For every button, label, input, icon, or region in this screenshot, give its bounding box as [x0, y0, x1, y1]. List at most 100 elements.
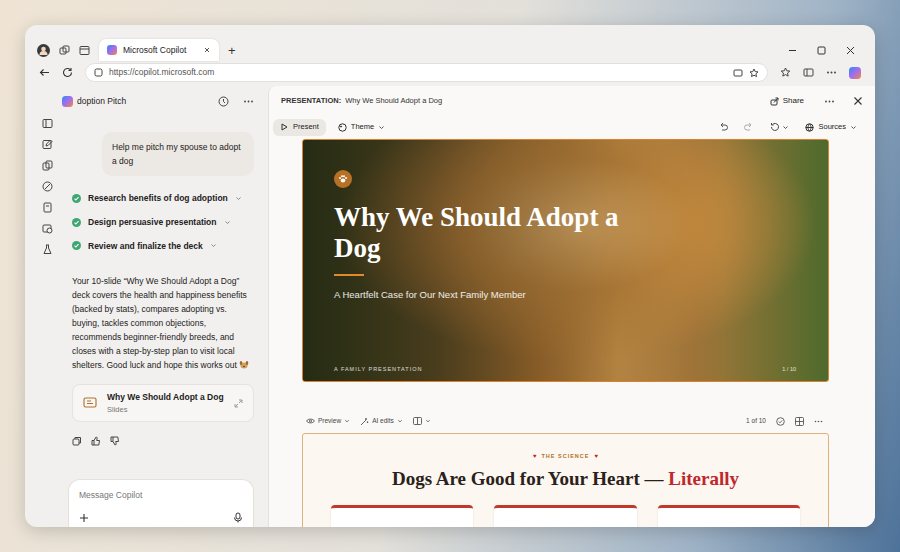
add-icon[interactable]	[79, 513, 89, 523]
copilot-button-icon[interactable]	[849, 67, 861, 79]
extensions-icon[interactable]	[803, 67, 814, 78]
tab-actions-icon[interactable]	[79, 45, 90, 56]
workspaces-icon[interactable]	[59, 45, 70, 56]
close-tab-icon[interactable]	[203, 46, 211, 54]
title-underline	[334, 274, 364, 276]
check-icon	[72, 241, 81, 250]
chat-header: doption Pitch	[62, 86, 254, 116]
history-icon[interactable]	[218, 96, 229, 107]
library-icon[interactable]	[42, 202, 53, 213]
title-bar: Microsoft Copilot +	[25, 25, 875, 61]
ai-edits-button[interactable]: AI edits	[360, 416, 403, 426]
chevron-down-icon	[378, 124, 385, 131]
paw-icon	[338, 174, 348, 184]
microphone-icon[interactable]	[233, 512, 243, 523]
user-message: Help me pitch my spouse to adopt a dog	[102, 132, 254, 176]
check-icon	[72, 218, 81, 227]
more-icon[interactable]	[824, 96, 835, 107]
message-box	[68, 479, 254, 527]
thumbs-up-icon[interactable]	[91, 436, 101, 446]
step-item[interactable]: Research benefits of dog adoption	[72, 192, 254, 205]
presentation-title: Why We Should Adopt a Dog	[345, 95, 442, 106]
presentation-toolbar: Present Theme	[269, 116, 875, 138]
tab[interactable]: Microsoft Copilot	[99, 39, 219, 61]
new-chat-icon[interactable]	[42, 139, 53, 150]
chevron-down-icon	[224, 219, 231, 226]
slide-footer: A FAMILY PRESENTATION	[334, 365, 422, 373]
slides-icon	[83, 397, 97, 409]
user-message-text: Help me pitch my spouse to adopt a dog	[112, 140, 244, 168]
slide-subtitle: A Heartfelt Case for Our Next Family Mem…	[334, 288, 808, 302]
new-tab-button[interactable]: +	[228, 44, 236, 57]
step-label: Review and finalize the deck	[88, 240, 203, 253]
science-slide[interactable]: ♥ THE SCIENCE ♥ Dogs Are Good for Your H…	[302, 433, 829, 527]
thumbs-down-icon[interactable]	[110, 436, 120, 446]
palette-icon	[338, 123, 347, 132]
slide-heading: Dogs Are Good for Your Heart — Literally	[392, 467, 739, 491]
undo-icon[interactable]	[718, 122, 728, 132]
share-button[interactable]: Share	[764, 93, 810, 109]
check-circle-icon[interactable]	[776, 417, 785, 426]
refresh-icon[interactable]	[62, 67, 73, 78]
copilot-logo-icon	[62, 96, 73, 107]
version-history-button[interactable]	[770, 122, 789, 132]
copilot-logo-icon	[107, 45, 117, 55]
more-icon[interactable]	[826, 67, 837, 78]
preview-button[interactable]: Preview	[306, 416, 350, 426]
reader-icon[interactable]	[733, 68, 743, 78]
step-item[interactable]: Design persuasive presentation	[72, 216, 254, 229]
chevron-down-icon	[235, 195, 242, 202]
more-icon[interactable]	[243, 96, 254, 107]
left-rail	[25, 86, 62, 527]
slide-badge	[334, 170, 352, 188]
stat-cards	[303, 505, 828, 527]
window-controls	[788, 46, 863, 55]
message-input[interactable]	[79, 489, 243, 502]
check-icon	[72, 194, 81, 203]
dog-emoji-icon	[239, 360, 249, 369]
stat-card	[494, 505, 636, 527]
stat-card	[331, 505, 473, 527]
attachment-card[interactable]: Why We Should Adopt a Dog Slides	[72, 384, 254, 422]
close-icon[interactable]	[853, 96, 863, 106]
sidebar-toggle-icon[interactable]	[42, 118, 53, 129]
discover-icon[interactable]	[42, 181, 53, 192]
collections-icon[interactable]	[780, 67, 791, 78]
step-label: Research benefits of dog adoption	[88, 192, 228, 205]
step-item[interactable]: Review and finalize the deck	[72, 240, 254, 253]
more-icon[interactable]	[814, 417, 823, 426]
present-button[interactable]: Present	[273, 119, 326, 136]
tab-title: Microsoft Copilot	[123, 44, 186, 57]
chevron-down-icon	[850, 124, 857, 131]
maximize-icon[interactable]	[817, 46, 826, 55]
grid-icon[interactable]	[795, 417, 804, 426]
sources-button[interactable]: Sources	[801, 121, 861, 132]
pages-icon[interactable]	[42, 160, 53, 171]
favorite-icon[interactable]	[749, 68, 759, 78]
expand-icon[interactable]	[234, 399, 243, 408]
minimize-icon[interactable]	[788, 46, 797, 55]
copy-icon[interactable]	[72, 436, 82, 446]
back-icon[interactable]	[39, 67, 50, 78]
slide-toolbar: Preview AI edits 1 of	[302, 413, 829, 429]
site-info-icon[interactable]	[94, 68, 103, 77]
images-icon[interactable]	[42, 223, 53, 234]
url-field[interactable]: https://copilot.microsoft.com	[85, 63, 768, 82]
profile-icon[interactable]	[37, 44, 50, 57]
response-text: Your 10-slide “Why We Should Adopt a Dog…	[62, 274, 254, 372]
layout-button[interactable]	[413, 417, 431, 425]
theme-button[interactable]: Theme	[332, 119, 391, 136]
slide-page: 1 / 10	[782, 365, 808, 373]
stat-card	[658, 505, 800, 527]
close-window-icon[interactable]	[846, 46, 855, 55]
redo-icon[interactable]	[744, 122, 754, 132]
play-icon	[280, 123, 288, 131]
title-slide[interactable]: Why We Should Adopt a Dog A Heartfelt Ca…	[302, 139, 829, 382]
share-icon	[770, 97, 779, 106]
desktop: Microsoft Copilot + https://copilot.micr…	[0, 0, 900, 552]
labs-icon[interactable]	[42, 244, 53, 255]
chevron-down-icon	[210, 242, 217, 249]
attachment-title: Why We Should Adopt a Dog	[107, 391, 224, 404]
address-bar: https://copilot.microsoft.com	[25, 61, 875, 84]
eye-icon	[306, 417, 315, 425]
